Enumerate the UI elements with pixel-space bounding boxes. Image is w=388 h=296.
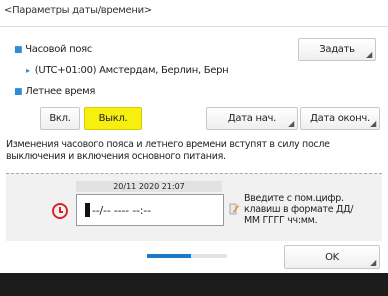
footer-bar [0,273,388,296]
dst-on-label: Вкл. [49,113,71,124]
corner-arrow-icon: ◢ [288,119,294,128]
dst-end-date-button[interactable]: Дата оконч. ◢ [300,107,380,130]
timezone-section: ■ Часовой пояс [14,44,92,55]
progress-bar [147,254,227,258]
corner-arrow-icon: ◢ [370,258,376,267]
set-timezone-label: Задать [319,44,355,55]
screen-title: <Параметры даты/времени> [4,5,152,16]
square-bullet-icon: ■ [14,87,23,97]
timezone-label: Часовой пояс [25,44,93,55]
pencil-icon [229,203,239,215]
current-datetime: 20/11 2020 21:07 [76,181,222,192]
datetime-panel-divider [6,173,382,175]
dst-section: ■ Летнее время [14,86,95,97]
corner-arrow-icon: ◢ [370,119,376,128]
timezone-value: (UTC+01:00) Амстердам, Берлин, Берн [34,65,229,76]
clock-icon [52,203,68,219]
corner-arrow-icon: ◢ [366,50,372,59]
restart-note: Изменения часового пояса и летнего време… [6,139,330,162]
dst-off-label: Выкл. [98,113,128,124]
set-timezone-button[interactable]: Задать ◢ [298,38,376,61]
datetime-input-value: --/-- ---- --:-- [92,203,151,217]
input-hint: Введите с пом.цифр. клавиш в формате ДД/… [244,193,354,226]
title-divider [0,26,388,27]
triangle-bullet-icon: ▸ [26,66,30,75]
dst-off-button[interactable]: Выкл. [84,107,142,130]
text-cursor [85,203,90,217]
progress-fill [147,254,191,258]
dst-start-date-label: Дата нач. [227,113,277,124]
square-bullet-icon: ■ [14,45,23,55]
dst-label: Летнее время [25,86,96,97]
timezone-value-row: ▸ (UTC+01:00) Амстердам, Берлин, Берн [26,65,229,76]
dst-start-date-button[interactable]: Дата нач. ◢ [206,107,298,130]
datetime-input[interactable]: --/-- ---- --:-- [76,194,224,226]
dst-on-button[interactable]: Вкл. [40,107,80,130]
ok-label: OK [325,251,339,263]
dst-end-date-label: Дата оконч. [310,113,370,124]
ok-button[interactable]: OK ◢ [284,245,380,269]
